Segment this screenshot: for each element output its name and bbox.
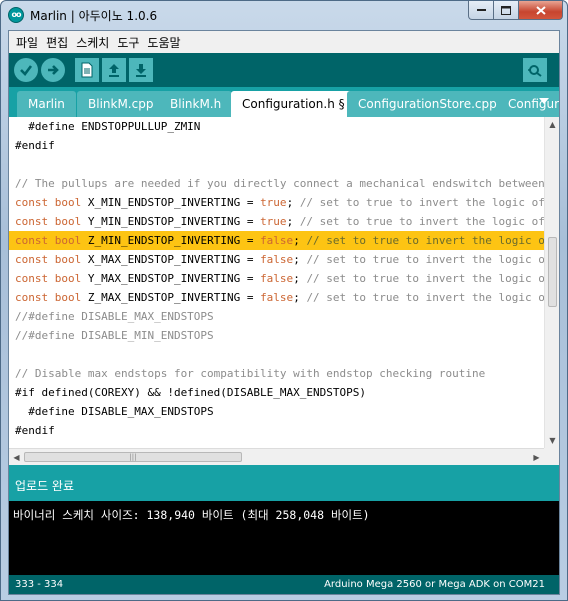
status-message: 업로드 완료 [15, 479, 75, 493]
code-line[interactable]: // The pullups are needed if you directl… [9, 174, 544, 193]
scroll-up-icon[interactable]: ▲ [545, 117, 559, 132]
horizontal-scrollbar[interactable]: ◀ ||| ▶ [9, 448, 544, 465]
code-editor[interactable]: #define ENDSTOPPULLUP_ZMIN #endif // The … [9, 117, 559, 448]
minimize-button[interactable] [468, 1, 494, 20]
check-icon [20, 65, 33, 76]
menu-edit[interactable]: 편집 [42, 34, 72, 51]
footer-bar: 333 - 334 Arduino Mega 2560 or Mega ADK … [9, 575, 559, 594]
menu-help[interactable]: 도움말 [143, 34, 184, 51]
toolbar [9, 53, 559, 87]
code-line[interactable]: #endif [9, 136, 544, 155]
vertical-scroll-thumb[interactable] [548, 237, 557, 307]
board-port-indicator: Arduino Mega 2560 or Mega ADK on COM21 [324, 579, 545, 590]
scrollbar-corner [544, 448, 559, 465]
code-line[interactable] [9, 155, 544, 174]
app-window: oo Marlin | 아두이노 1.0.6 파일 편집 스케치 도구 도움말 [0, 0, 568, 601]
tab-menu-button[interactable] [535, 93, 553, 109]
open-up-arrow-icon [109, 64, 119, 77]
menu-tools[interactable]: 도구 [113, 34, 143, 51]
close-icon [535, 5, 546, 15]
scroll-left-icon[interactable]: ◀ [9, 449, 24, 465]
verify-button[interactable] [14, 58, 38, 82]
client-area: 파일 편집 스케치 도구 도움말 Marlin BlinkM.cpp Blink… [8, 30, 560, 595]
save-down-arrow-icon [136, 64, 146, 77]
right-arrow-icon [48, 65, 59, 75]
tab-blinkm-cpp[interactable]: BlinkM.cpp [77, 91, 165, 117]
title-bar[interactable]: oo Marlin | 아두이노 1.0.6 [1, 1, 567, 29]
code-line[interactable]: const bool X_MIN_ENDSTOP_INVERTING = tru… [9, 193, 544, 212]
new-file-icon [81, 62, 93, 78]
code-line[interactable]: //#define DISABLE_MAX_ENDSTOPS [9, 307, 544, 326]
tab-blinkm-h[interactable]: BlinkM.h [159, 91, 233, 117]
window-title: Marlin | 아두이노 1.0.6 [30, 9, 158, 23]
code-line[interactable]: const bool Z_MIN_ENDSTOP_INVERTING = fal… [9, 231, 544, 250]
line-number-indicator: 333 - 334 [15, 579, 64, 590]
serial-monitor-button[interactable] [523, 58, 547, 82]
new-button[interactable] [75, 58, 99, 82]
arduino-logo-icon: oo [8, 7, 24, 23]
maximize-icon [501, 5, 511, 15]
code-line[interactable]: #define DISABLE_MAX_ENDSTOPS [9, 402, 544, 421]
code-line[interactable]: // Disable max endstops for compatibilit… [9, 364, 544, 383]
code-line[interactable] [9, 345, 544, 364]
window-controls [468, 1, 563, 20]
horizontal-scroll-thumb[interactable]: ||| [24, 452, 242, 462]
console-output[interactable]: 바이너리 스케치 사이즈: 138,940 바이트 (최대 258,048 바이… [9, 501, 559, 575]
serial-monitor-icon [528, 65, 542, 77]
status-bar: 업로드 완료 [9, 465, 559, 501]
tab-strip: Marlin BlinkM.cpp BlinkM.h Configuration… [9, 87, 559, 117]
maximize-button[interactable] [494, 1, 519, 20]
code-line[interactable]: //#define DISABLE_MIN_ENDSTOPS [9, 326, 544, 345]
code-line[interactable]: #define ENDSTOPPULLUP_ZMIN [9, 117, 544, 136]
tab-marlin[interactable]: Marlin [17, 91, 76, 117]
scroll-down-icon[interactable]: ▼ [545, 433, 559, 448]
upload-button[interactable] [41, 58, 65, 82]
tab-configuration-h[interactable]: Configuration.h § [231, 91, 356, 117]
save-button[interactable] [129, 58, 153, 82]
code-line[interactable]: const bool X_MAX_ENDSTOP_INVERTING = fal… [9, 250, 544, 269]
code-line[interactable]: const bool Z_MAX_ENDSTOP_INVERTING = fal… [9, 288, 544, 307]
scroll-right-icon[interactable]: ▶ [529, 449, 544, 465]
open-button[interactable] [102, 58, 126, 82]
menu-sketch[interactable]: 스케치 [72, 34, 113, 51]
minimize-icon [476, 8, 486, 11]
tab-configurationstore-cpp[interactable]: ConfigurationStore.cpp [347, 91, 508, 117]
code-line[interactable]: const bool Y_MAX_ENDSTOP_INVERTING = fal… [9, 269, 544, 288]
menu-file[interactable]: 파일 [12, 34, 42, 51]
code-area[interactable]: #define ENDSTOPPULLUP_ZMIN #endif // The … [9, 117, 544, 448]
chevron-down-icon [539, 98, 549, 104]
vertical-scrollbar[interactable]: ▲ ▼ [544, 117, 559, 448]
app-icon-text: oo [11, 10, 22, 19]
code-line[interactable]: #endif [9, 421, 544, 440]
code-line[interactable]: const bool Y_MIN_ENDSTOP_INVERTING = tru… [9, 212, 544, 231]
console-text: 바이너리 스케치 사이즈: 138,940 바이트 (최대 258,048 바이… [13, 508, 370, 522]
menu-bar: 파일 편집 스케치 도구 도움말 [9, 31, 559, 53]
code-line[interactable]: #if defined(COREXY) && !defined(DISABLE_… [9, 383, 544, 402]
close-button[interactable] [519, 1, 563, 20]
